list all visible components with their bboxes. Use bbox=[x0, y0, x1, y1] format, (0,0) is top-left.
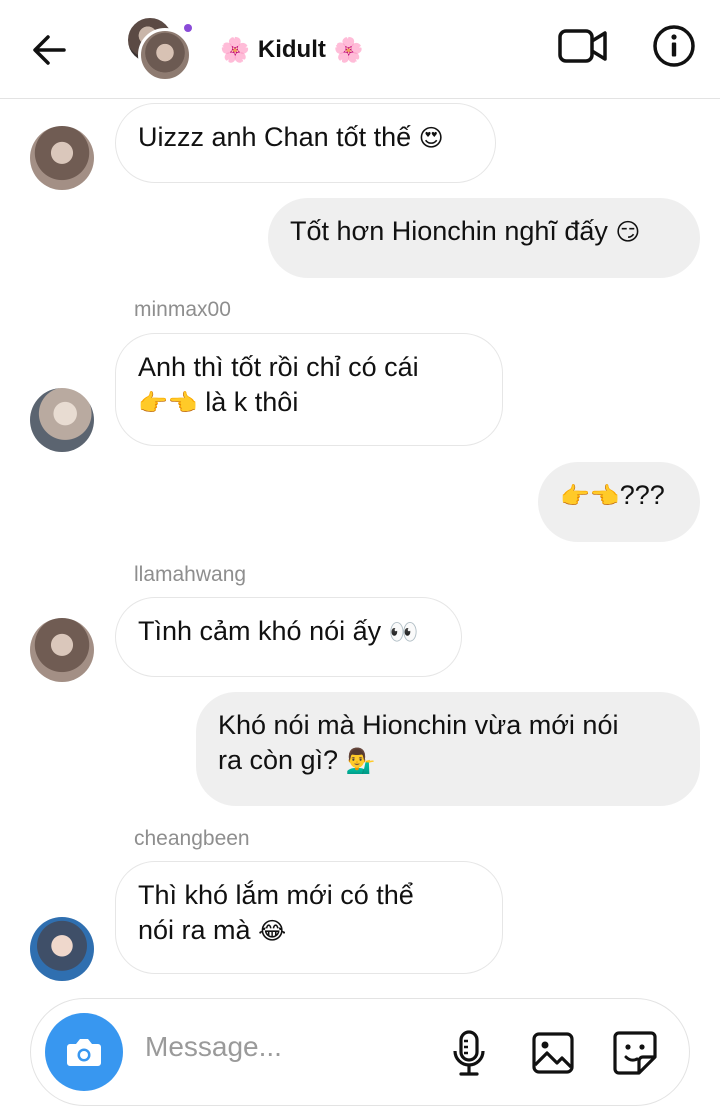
smirk-emoji: 😏 bbox=[615, 218, 641, 246]
camera-icon bbox=[67, 1039, 101, 1066]
chat-header: 🌸 Kidult 🌸 bbox=[0, 0, 720, 99]
incoming-message[interactable]: Thì khó lắm mới có thể nói ra mà 😂 bbox=[115, 861, 503, 974]
message-text: Tình cảm khó nói ấy bbox=[138, 616, 382, 646]
message-text: Uizzz anh Chan tốt thế bbox=[138, 122, 412, 152]
pointing-fingers-emoji: 👉👈 bbox=[560, 482, 620, 510]
chat-title[interactable]: 🌸 Kidult 🌸 bbox=[220, 30, 364, 70]
message-text-line: Thì khó lắm mới có thể bbox=[138, 880, 414, 910]
group-avatar[interactable] bbox=[124, 14, 196, 82]
gallery-icon[interactable] bbox=[531, 1031, 575, 1075]
avatar[interactable] bbox=[30, 388, 94, 452]
avatar[interactable] bbox=[30, 917, 94, 981]
eyes-emoji: 👀 bbox=[388, 618, 419, 646]
sender-name: cheangbeen bbox=[134, 827, 250, 850]
sender-name: minmax00 bbox=[134, 298, 231, 321]
cherry-blossom-icon: 🌸 bbox=[333, 36, 364, 64]
incoming-message[interactable]: Uizzz anh Chan tốt thế 😍 bbox=[115, 103, 496, 183]
sticker-icon[interactable] bbox=[611, 1029, 659, 1077]
sender-name: llamahwang bbox=[134, 563, 247, 586]
message-text-line: Anh thì tốt rồi chỉ có cái bbox=[138, 352, 419, 382]
message-composer: Message... bbox=[30, 998, 690, 1106]
message-text-line: Khó nói mà Hionchin vừa mới nói bbox=[218, 710, 619, 740]
heart-eyes-emoji: 😍 bbox=[418, 124, 444, 152]
group-avatar-member-2 bbox=[138, 28, 192, 82]
cherry-blossom-icon: 🌸 bbox=[220, 36, 250, 64]
message-text: là k thôi bbox=[197, 387, 299, 417]
message-input[interactable]: Message... bbox=[145, 1031, 282, 1063]
message-text: Tốt hơn Hionchin nghĩ đấy bbox=[290, 216, 608, 246]
video-call-icon[interactable] bbox=[557, 25, 609, 67]
avatar[interactable] bbox=[30, 126, 94, 190]
back-arrow-icon[interactable] bbox=[30, 30, 70, 70]
message-text: ??? bbox=[619, 480, 665, 510]
outgoing-message[interactable]: 👉👈??? bbox=[538, 462, 700, 542]
message-text: ra còn gì? bbox=[218, 745, 346, 775]
incoming-message[interactable]: Tình cảm khó nói ấy 👀 bbox=[115, 597, 462, 677]
message-text-line: nói ra mà 😂 bbox=[138, 913, 480, 949]
incoming-message[interactable]: Anh thì tốt rồi chỉ có cái 👉👈 là k thôi bbox=[115, 333, 503, 446]
chat-title-text: Kidult bbox=[257, 36, 326, 63]
laughing-emoji: 😂 bbox=[258, 917, 287, 945]
microphone-icon[interactable] bbox=[451, 1029, 487, 1077]
active-dot bbox=[184, 24, 192, 32]
message-text-line: 👉👈 là k thôi bbox=[138, 385, 480, 421]
pointing-fingers-emoji: 👉👈 bbox=[138, 389, 198, 417]
message-text: nói ra mà bbox=[138, 915, 259, 945]
info-icon[interactable] bbox=[652, 24, 696, 68]
camera-button[interactable] bbox=[45, 1013, 123, 1091]
message-text-line: ra còn gì? 💁‍♂️ bbox=[218, 743, 678, 779]
avatar[interactable] bbox=[30, 618, 94, 682]
outgoing-message[interactable]: Khó nói mà Hionchin vừa mới nói ra còn g… bbox=[196, 692, 700, 806]
outgoing-message[interactable]: Tốt hơn Hionchin nghĩ đấy 😏 bbox=[268, 198, 700, 278]
tipping-hand-emoji: 💁‍♂️ bbox=[345, 747, 376, 775]
